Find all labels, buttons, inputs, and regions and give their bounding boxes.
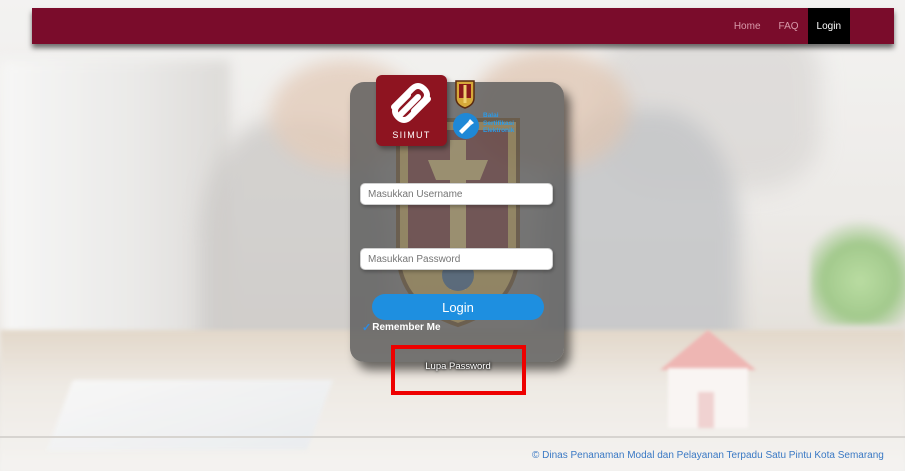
nav-login-link[interactable]: Login <box>807 8 850 44</box>
remember-me-checkbox[interactable]: ✓ Remember Me <box>362 320 441 334</box>
login-button[interactable]: Login <box>372 294 544 320</box>
highlight-annotation-box <box>391 345 526 395</box>
password-input[interactable] <box>360 248 553 270</box>
top-navbar: Home FAQ Login <box>32 8 894 44</box>
siimut-logo: SIIMUT <box>376 75 447 146</box>
checkmark-icon: ✓ <box>362 321 372 334</box>
remember-me-label: Remember Me <box>372 321 441 333</box>
bse-pen-icon <box>453 113 479 139</box>
bse-logo-text: Balai Sertifikasi Elektronik <box>483 112 515 134</box>
kota-semarang-emblem-icon <box>455 80 475 109</box>
siimut-swirl-icon <box>391 83 431 123</box>
siimut-logo-label: SIIMUT <box>392 130 431 140</box>
nav-home-link[interactable]: Home <box>725 8 770 44</box>
username-input[interactable] <box>360 183 553 205</box>
nav-faq-link[interactable]: FAQ <box>770 8 808 44</box>
bse-logo: Balai Sertifikasi Elektronik <box>453 110 523 142</box>
footer-copyright: © Dinas Penanaman Modal dan Pelayanan Te… <box>532 450 884 461</box>
